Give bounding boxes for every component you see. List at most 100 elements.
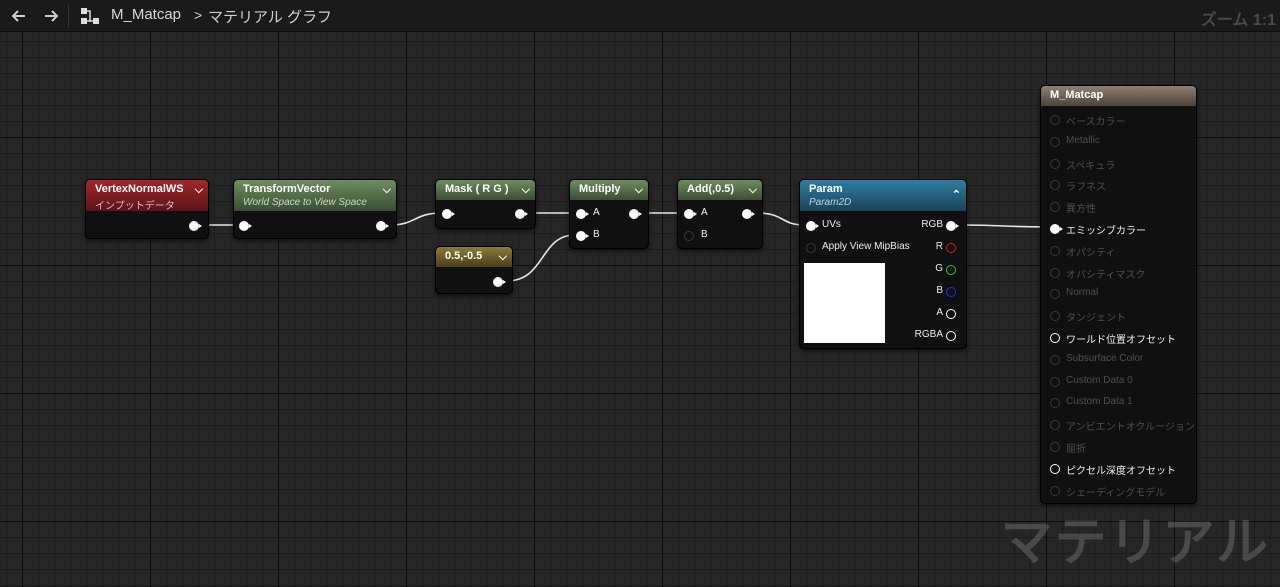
result-input-pin[interactable]	[1050, 224, 1063, 234]
node-subtitle: World Space to View Space	[243, 197, 367, 208]
result-input-pin[interactable]	[1050, 442, 1060, 452]
result-input-label: Normal	[1066, 287, 1099, 299]
result-input-label: Custom Data 1	[1066, 396, 1133, 408]
result-input-label: ワールド位置オフセット	[1066, 335, 1176, 346]
output-pin-b[interactable]	[946, 287, 956, 297]
wire-add-param	[756, 212, 806, 226]
result-input-label: オパシティ	[1066, 247, 1116, 259]
node-transformvector[interactable]: TransformVector World Space to View Spac…	[233, 179, 397, 239]
output-pin[interactable]	[493, 277, 506, 287]
chevron-down-icon[interactable]: ⌵	[522, 184, 530, 197]
result-input-pin[interactable]	[1050, 136, 1060, 147]
wire-constant-multiply-b	[506, 234, 576, 282]
node-vertexnormalws[interactable]: VertexNormalWS インプットデータ ⌵	[85, 179, 209, 239]
node-title: Mask ( R G )	[445, 183, 509, 195]
node-title: Add(,0.5)	[687, 183, 735, 195]
result-input-label: アンビエントオクルージョン	[1066, 422, 1195, 434]
output-pin[interactable]	[515, 209, 528, 219]
pin-label-a: A	[936, 307, 943, 318]
result-input-pin[interactable]	[1050, 267, 1060, 278]
result-input-label: 異方性	[1066, 204, 1096, 216]
result-input-pin[interactable]	[1050, 202, 1060, 213]
output-pin[interactable]	[629, 209, 642, 219]
input-pin-b[interactable]	[684, 231, 694, 241]
output-pin-g[interactable]	[946, 265, 956, 275]
chevron-up-icon[interactable]: ⌃	[952, 188, 961, 201]
pin-label-uvs: UVs	[822, 219, 841, 230]
output-pin-a[interactable]	[946, 309, 956, 319]
result-input-label: シェーディングモデル	[1066, 487, 1166, 499]
node-constant2vector[interactable]: 0.5,-0.5 ⌵	[435, 246, 513, 294]
result-input-pin[interactable]	[1050, 333, 1060, 343]
node-param-texture[interactable]: Param Param2D ⌃ UVs Apply View MipBias R…	[799, 179, 967, 349]
input-pin-uvs[interactable]	[806, 221, 819, 231]
result-input-label: Metallic	[1066, 134, 1100, 146]
input-pin-mipbias[interactable]	[806, 243, 816, 253]
result-input-pin[interactable]	[1050, 485, 1060, 496]
chevron-down-icon[interactable]: ⌵	[195, 184, 203, 197]
result-input-pin[interactable]	[1050, 420, 1060, 431]
output-pin[interactable]	[742, 209, 755, 219]
node-subtitle: インプットデータ	[95, 201, 175, 212]
pin-label-b: B	[593, 229, 600, 240]
pin-label-b: B	[701, 229, 708, 240]
output-pin[interactable]	[376, 221, 389, 231]
node-add[interactable]: Add(,0.5) ⌵ A B	[677, 179, 763, 249]
result-input-pin[interactable]	[1050, 354, 1060, 365]
texture-preview	[804, 263, 885, 343]
result-input-label: オパシティマスク	[1066, 269, 1146, 281]
result-input-pin[interactable]	[1050, 311, 1060, 322]
node-title: Param	[809, 183, 843, 195]
result-input-pin[interactable]	[1050, 245, 1060, 256]
input-pin-a[interactable]	[684, 209, 697, 219]
node-title: Multiply	[579, 183, 621, 195]
pin-label-rgba: RGBA	[914, 329, 943, 340]
result-input-pin[interactable]	[1050, 398, 1060, 409]
result-input-label: タンジェント	[1066, 313, 1126, 325]
result-input-label: Custom Data 0	[1066, 374, 1133, 386]
result-input-label: 屈折	[1066, 444, 1086, 455]
input-pin-b[interactable]	[576, 231, 589, 241]
input-pin[interactable]	[442, 209, 455, 219]
output-pin-rgba[interactable]	[946, 331, 956, 341]
result-input-pin[interactable]	[1050, 463, 1060, 474]
result-input-label: ラフネス	[1066, 182, 1106, 194]
node-title: M_Matcap	[1050, 89, 1104, 101]
node-title: VertexNormalWS	[95, 183, 184, 195]
output-pin-rgb[interactable]	[946, 221, 959, 231]
wire-param-emissive	[960, 224, 1051, 228]
pin-label-rgb: RGB	[921, 219, 943, 230]
input-pin[interactable]	[239, 221, 252, 231]
wire-transform-mask	[390, 212, 442, 226]
chevron-down-icon[interactable]: ⌵	[499, 251, 507, 264]
input-pin-a[interactable]	[576, 209, 589, 219]
pin-label-a: A	[701, 207, 708, 218]
node-subtitle: Param2D	[809, 197, 852, 208]
result-input-label: スペキュラ	[1066, 160, 1116, 172]
result-input-label: Subsurface Color	[1066, 352, 1144, 364]
pin-label-g: G	[935, 263, 943, 274]
result-input-label: ベースカラー	[1066, 117, 1126, 128]
node-title: TransformVector	[243, 183, 331, 195]
pin-label-r: R	[935, 241, 943, 252]
result-input-pin[interactable]	[1050, 158, 1060, 169]
pin-label-a: A	[593, 207, 600, 218]
node-multiply[interactable]: Multiply ⌵ A B	[569, 179, 649, 249]
result-input-pin[interactable]	[1050, 115, 1060, 125]
result-input-label: エミッシブカラー	[1066, 226, 1146, 237]
graph-watermark: マテリアル	[1000, 514, 1270, 572]
chevron-down-icon[interactable]: ⌵	[635, 184, 643, 197]
node-title: 0.5,-0.5	[445, 250, 483, 262]
result-input-label: ピクセル深度オフセット	[1066, 465, 1176, 477]
result-input-pin[interactable]	[1050, 180, 1060, 191]
node-mask[interactable]: Mask ( R G ) ⌵	[435, 179, 536, 229]
chevron-down-icon[interactable]: ⌵	[749, 184, 757, 197]
pin-label-mipbias: Apply View MipBias	[822, 241, 910, 252]
result-input-pin[interactable]	[1050, 376, 1060, 387]
output-pin[interactable]	[189, 221, 202, 231]
node-material-result[interactable]: M_Matcap ベースカラー Metallic スペキュララフネス異方性エミッシブ…	[1040, 85, 1197, 504]
pin-label-b: B	[936, 285, 943, 296]
result-input-pin[interactable]	[1050, 289, 1060, 300]
chevron-down-icon[interactable]: ⌵	[383, 184, 391, 197]
output-pin-r[interactable]	[946, 243, 956, 253]
